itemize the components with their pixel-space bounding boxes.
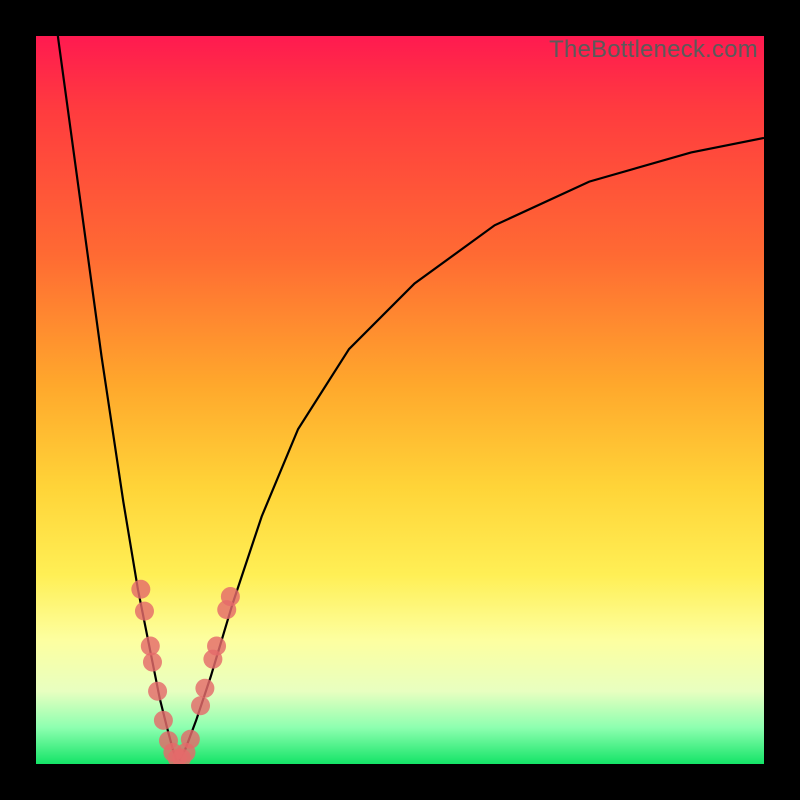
- data-marker: [191, 696, 210, 715]
- marker-group: [131, 580, 240, 764]
- data-marker: [181, 730, 200, 749]
- data-marker: [141, 637, 160, 656]
- data-marker: [135, 602, 154, 621]
- data-marker: [143, 653, 162, 672]
- outer-frame: TheBottleneck.com: [0, 0, 800, 800]
- data-marker: [154, 711, 173, 730]
- plot-area: [36, 36, 764, 764]
- curve-left-branch: [58, 36, 177, 760]
- data-marker: [148, 682, 167, 701]
- curve-right-branch: [179, 138, 764, 760]
- chart-svg: [36, 36, 764, 764]
- data-marker: [221, 587, 240, 606]
- data-marker: [207, 637, 226, 656]
- data-marker: [131, 580, 150, 599]
- data-marker: [195, 679, 214, 698]
